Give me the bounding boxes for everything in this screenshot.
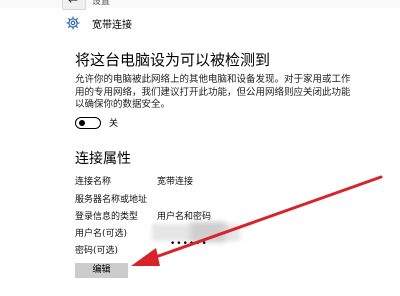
back-button[interactable]: ← — [62, 0, 86, 10]
discoverable-toggle[interactable] — [75, 116, 101, 129]
prop-label-server: 服务器名称或地址 — [75, 195, 148, 205]
page-header: 宽带连接 — [66, 15, 132, 31]
properties-heading: 连接属性 — [75, 151, 131, 167]
prop-label-connection-name: 连接名称 — [75, 177, 112, 187]
prop-label-password: 密码(可选) — [75, 246, 119, 256]
prop-value-connection-name: 宽带连接 — [157, 177, 194, 187]
discoverable-description: 允许你的电脑被此网络上的其他电脑和设备发现。对于家用或工作用的专用网络，我们建议… — [75, 74, 351, 110]
window-title: 设置 — [92, 0, 111, 7]
prop-label-login-type: 登录信息的类型 — [75, 212, 139, 222]
edit-button[interactable]: 编辑 — [75, 263, 128, 278]
title-bar: ← 设置 — [0, 0, 400, 10]
discoverable-heading: 将这台电脑设为可以被检测到 — [75, 51, 271, 69]
prop-value-password: •••••• — [170, 239, 208, 249]
back-arrow-icon: ← — [68, 0, 79, 7]
annotation-arrow — [131, 175, 383, 266]
gear-icon — [66, 16, 80, 30]
prop-label-username: 用户名(可选) — [75, 229, 128, 239]
toggle-state-label: 关 — [109, 119, 119, 129]
toggle-knob — [79, 119, 85, 126]
discoverable-toggle-row: 关 — [75, 116, 118, 129]
prop-value-login-type: 用户名和密码 — [157, 212, 212, 222]
page-title: 宽带连接 — [92, 19, 132, 31]
